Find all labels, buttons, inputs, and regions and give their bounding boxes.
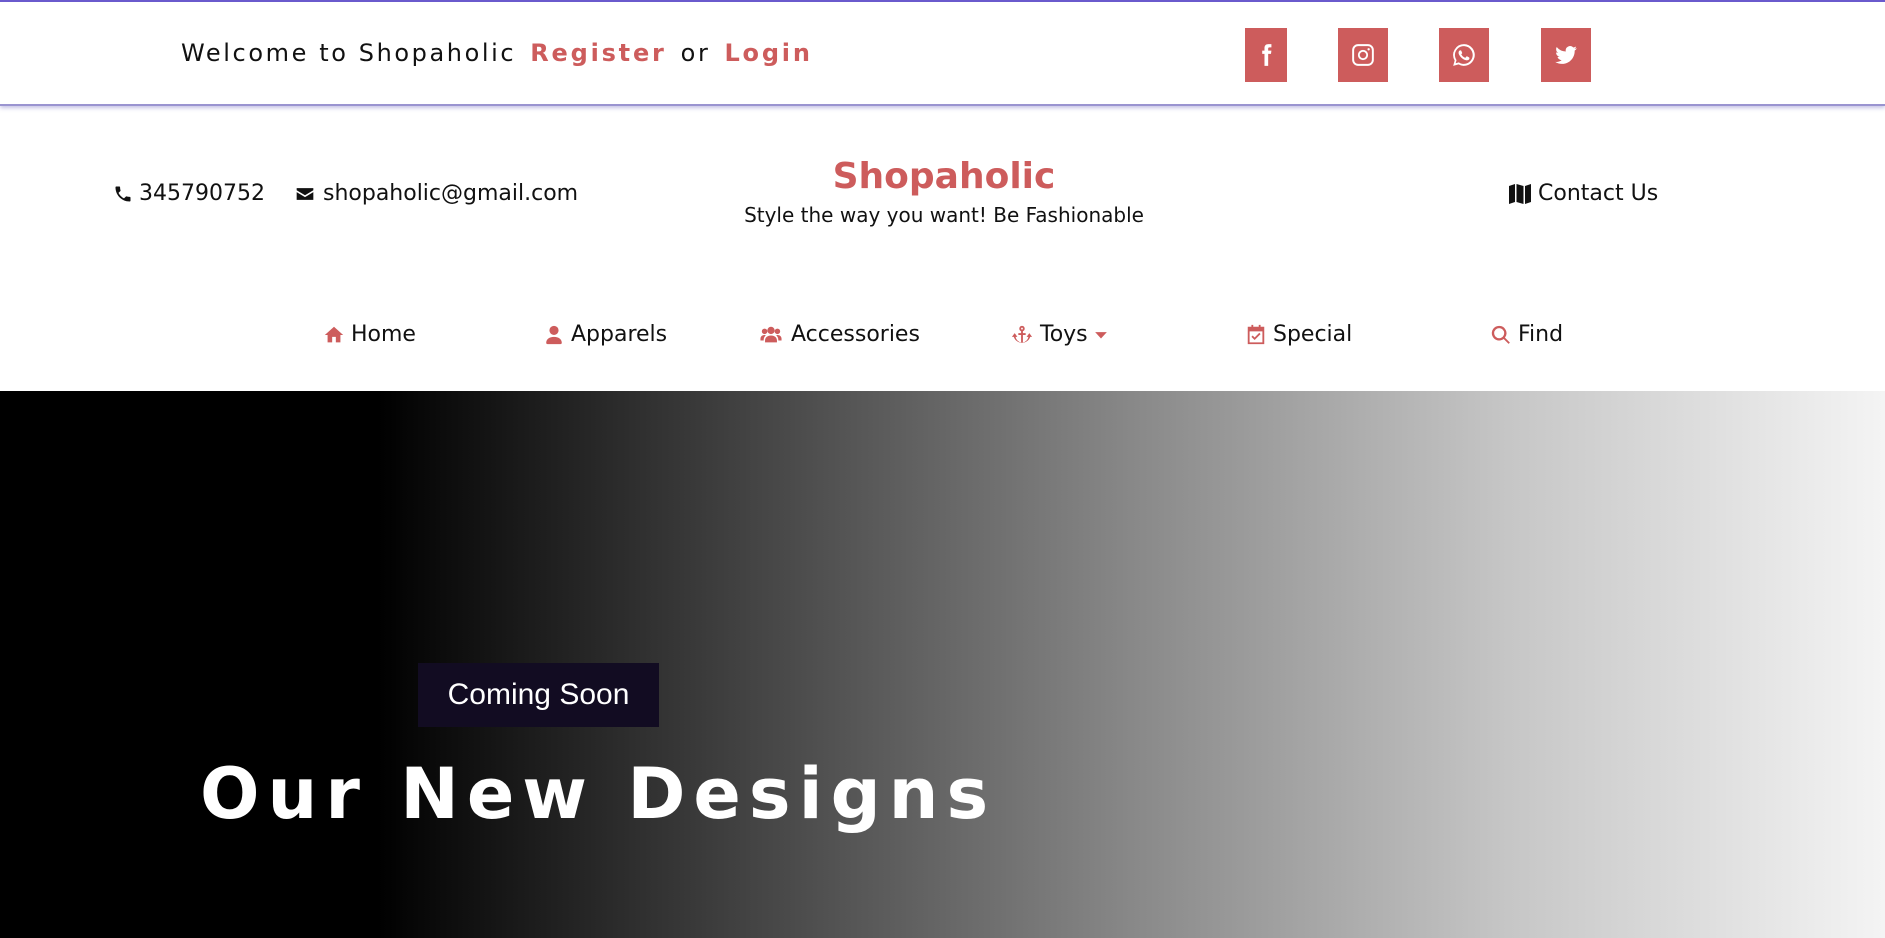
user-icon (546, 325, 562, 344)
brand-tagline: Style the way you want! Be Fashionable (744, 203, 1144, 227)
brand: Shopaholic Style the way you want! Be Fa… (744, 156, 1144, 227)
twitter-button[interactable] (1541, 28, 1591, 82)
instagram-button[interactable] (1338, 28, 1388, 82)
users-icon (760, 326, 782, 342)
facebook-icon (1262, 44, 1272, 66)
nav-label: Find (1518, 322, 1564, 347)
facebook-button[interactable] (1245, 28, 1287, 82)
contact-us-label: Contact Us (1538, 181, 1659, 206)
phone-icon (115, 186, 131, 201)
home-icon (324, 326, 344, 342)
nav-label: Accessories (791, 322, 920, 347)
map-icon (1509, 183, 1531, 204)
nav-accessories[interactable]: Accessories (757, 322, 920, 347)
whatsapp-icon (1453, 44, 1475, 66)
nav-apparels[interactable]: Apparels (543, 322, 667, 347)
calendar-check-icon (1247, 324, 1265, 344)
login-link[interactable]: Login (724, 39, 812, 67)
or-text: or (680, 39, 711, 67)
instagram-icon (1352, 44, 1374, 66)
welcome-line: Welcome to Shopaholic Register or Login (181, 39, 813, 67)
twitter-icon (1555, 46, 1577, 64)
phone-number: 345790752 (139, 181, 265, 206)
coming-soon-badge: Coming Soon (418, 663, 659, 727)
envelope-icon (296, 187, 314, 200)
nav-home[interactable]: Home (323, 322, 416, 347)
nav-toys[interactable]: Toys (1010, 322, 1108, 347)
nav-find[interactable]: Find (1490, 322, 1563, 347)
welcome-text: Welcome to Shopaholic (181, 39, 517, 67)
hero-title: Our New Designs (200, 753, 997, 835)
register-link[interactable]: Register (530, 39, 666, 67)
contact-info: 345790752 shopaholic@gmail.com (113, 181, 606, 206)
nav-label: Home (351, 322, 416, 347)
anchor-icon (1011, 325, 1033, 343)
contact-us-link[interactable]: Contact Us (1508, 181, 1658, 206)
nav-label: Toys (1040, 322, 1088, 347)
whatsapp-button[interactable] (1439, 28, 1489, 82)
hero-banner: Coming Soon Our New Designs (0, 391, 1885, 938)
caret-down-icon (1094, 331, 1107, 338)
email-address: shopaholic@gmail.com (322, 181, 579, 206)
email-item[interactable]: shopaholic@gmail.com (293, 181, 578, 206)
search-icon (1491, 325, 1510, 344)
nav-label: Apparels (571, 322, 668, 347)
top-bar: Welcome to Shopaholic Register or Login (0, 0, 1885, 106)
brand-name[interactable]: Shopaholic (744, 156, 1144, 197)
nav-special[interactable]: Special (1245, 322, 1352, 347)
nav-label: Special (1273, 322, 1353, 347)
phone-item[interactable]: 345790752 (113, 181, 265, 206)
